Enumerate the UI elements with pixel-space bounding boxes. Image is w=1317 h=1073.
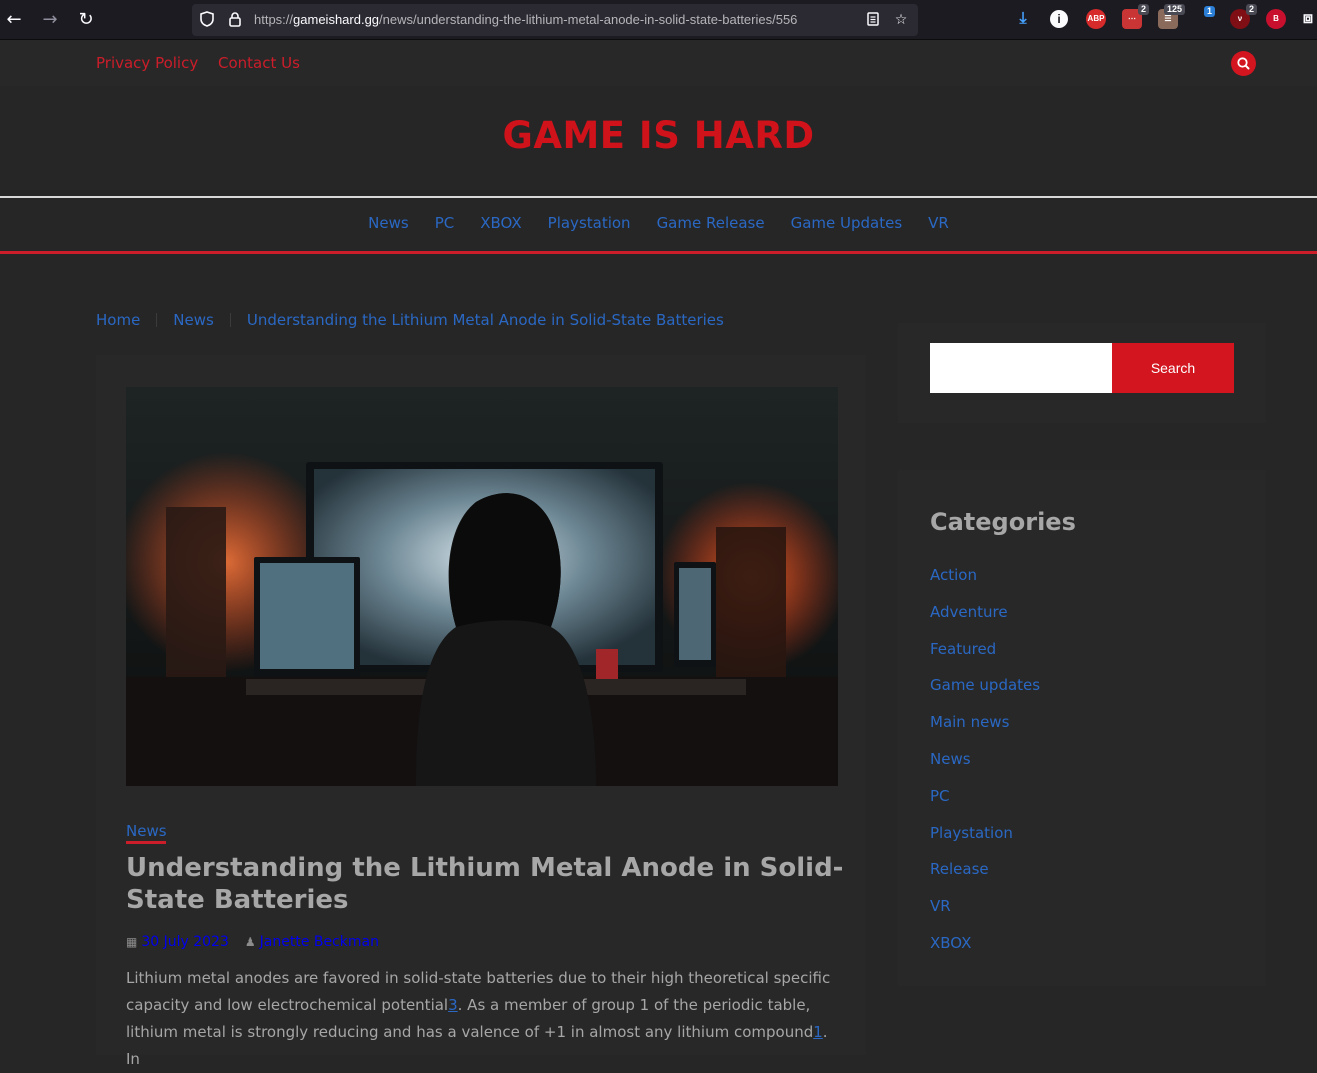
extension-badge: 125	[1163, 4, 1185, 15]
category-link[interactable]: Action	[930, 564, 1040, 601]
url-host: gameishard.gg	[293, 12, 380, 27]
breadcrumb-separator	[156, 313, 158, 327]
category-link[interactable]: Playstation	[930, 822, 1040, 859]
categories-list: Action Adventure Featured Game updates M…	[930, 564, 1040, 969]
extension-badge: 2	[1137, 4, 1149, 15]
breadcrumb-home[interactable]: Home	[96, 311, 140, 329]
browser-toolbar: ← → ↻ https://gameishard.gg/news/underst…	[0, 0, 1317, 40]
search-input[interactable]	[930, 343, 1112, 393]
download-icon[interactable]: ⤓	[1013, 9, 1033, 29]
back-icon[interactable]: ←	[2, 8, 26, 32]
featured-image[interactable]	[126, 387, 838, 786]
nav-item-playstation[interactable]: Playstation	[548, 214, 631, 236]
nav-accent-line	[0, 251, 1317, 254]
url-scheme: https://	[254, 12, 294, 27]
breadcrumb-separator	[229, 313, 231, 327]
main-navigation: News PC XBOX Playstation Game Release Ga…	[0, 214, 1317, 236]
contact-us-link[interactable]: Contact Us	[218, 54, 300, 72]
search-button[interactable]: Search	[1112, 343, 1234, 393]
shield-icon[interactable]	[198, 11, 216, 29]
post-title: Understanding the Lithium Metal Anode in…	[126, 853, 844, 915]
breadcrumb-current[interactable]: Understanding the Lithium Metal Anode in…	[247, 311, 724, 329]
post-category-link[interactable]: News	[126, 822, 167, 840]
category-link[interactable]: Featured	[930, 638, 1040, 675]
post-body: Lithium metal anodes are favored in soli…	[126, 965, 838, 1073]
category-link[interactable]: News	[930, 748, 1040, 785]
post-date[interactable]: 30 July 2023	[141, 934, 229, 950]
bookmark-star-icon[interactable]: ☆	[892, 11, 910, 29]
category-link[interactable]: Adventure	[930, 601, 1040, 638]
category-underline	[126, 841, 166, 844]
extension-badge: 2	[1245, 4, 1257, 15]
post-author[interactable]: Janette Beckman	[260, 934, 379, 950]
extension-b-label: B	[1273, 14, 1279, 23]
url-text[interactable]: https://gameishard.gg/news/understanding…	[254, 12, 850, 28]
info-extension-icon[interactable]: i	[1050, 10, 1068, 28]
nav-item-game-updates[interactable]: Game Updates	[791, 214, 903, 236]
extensions-puzzle-icon[interactable]: ⧈	[1298, 9, 1317, 29]
extension-blue-icon[interactable]: 1	[1197, 6, 1217, 29]
header-search-button[interactable]	[1231, 51, 1256, 76]
adblock-icon[interactable]: ABP	[1086, 9, 1106, 29]
url-path: /news/understanding-the-lithium-metal-an…	[379, 12, 798, 27]
extension-red-icon[interactable]: ⋯ 2	[1122, 4, 1149, 29]
category-link[interactable]: Game updates	[930, 674, 1040, 711]
forward-icon[interactable]: →	[38, 8, 62, 32]
breadcrumb-news[interactable]: News	[173, 311, 214, 329]
flag-extension-icon[interactable]: ☰ 125	[1158, 4, 1185, 29]
reference-link[interactable]: 3	[448, 996, 458, 1014]
category-link[interactable]: VR	[930, 895, 1040, 932]
reader-view-icon[interactable]	[864, 11, 882, 29]
ublock-icon[interactable]: ν2	[1230, 4, 1257, 29]
categories-title: Categories	[930, 508, 1076, 536]
extension-badge: 1	[1203, 6, 1215, 17]
category-link[interactable]: Release	[930, 858, 1040, 895]
nav-item-game-release[interactable]: Game Release	[657, 214, 765, 236]
nav-item-news[interactable]: News	[368, 214, 409, 236]
breadcrumb: Home News Understanding the Lithium Meta…	[96, 309, 724, 331]
header-divider	[0, 196, 1317, 198]
calendar-icon: ▦	[126, 935, 138, 949]
category-link[interactable]: Main news	[930, 711, 1040, 748]
category-link[interactable]: XBOX	[930, 932, 1040, 969]
category-link[interactable]: PC	[930, 785, 1040, 822]
post-meta: ▦ 30 July 2023 ♟ Janette Beckman	[126, 934, 379, 950]
user-icon: ♟	[244, 935, 256, 949]
nav-item-xbox[interactable]: XBOX	[480, 214, 521, 236]
adblock-label: ABP	[1087, 14, 1105, 23]
lock-icon[interactable]	[226, 11, 244, 29]
reference-link[interactable]: 1	[813, 1023, 823, 1041]
nav-item-pc[interactable]: PC	[435, 214, 455, 236]
extension-b-icon[interactable]: B	[1266, 9, 1286, 29]
top-bar: Privacy Policy Contact Us	[0, 40, 1317, 86]
address-bar[interactable]: https://gameishard.gg/news/understanding…	[192, 4, 918, 36]
nav-item-vr[interactable]: VR	[928, 214, 949, 236]
search-icon	[1237, 57, 1250, 70]
privacy-policy-link[interactable]: Privacy Policy	[96, 54, 198, 72]
site-title[interactable]: GAME IS HARD	[0, 114, 1317, 157]
reload-icon[interactable]: ↻	[74, 8, 98, 32]
